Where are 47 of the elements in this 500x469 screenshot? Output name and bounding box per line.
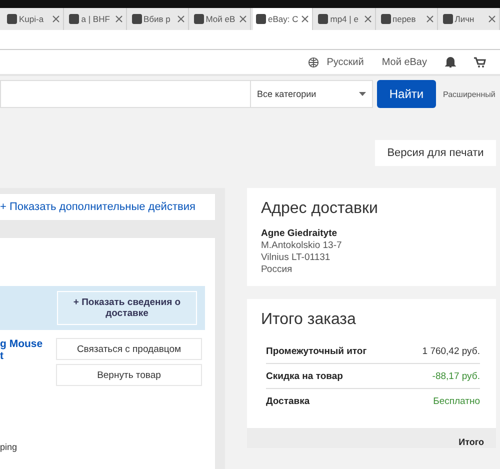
summary-value: Бесплатно — [433, 396, 480, 407]
language-link[interactable]: Русский — [326, 56, 364, 68]
favicon-icon — [380, 14, 390, 24]
favicon-icon — [69, 14, 80, 24]
bell-icon[interactable] — [445, 56, 456, 68]
caret-icon — [359, 92, 366, 96]
close-icon[interactable] — [426, 15, 434, 23]
address-line: Россия — [261, 264, 294, 276]
print-version-button[interactable]: Версия для печати — [375, 140, 496, 166]
favicon-icon — [194, 14, 204, 24]
contact-seller-button[interactable]: Связаться с продавцом — [56, 338, 202, 360]
shipping-note: ping — [0, 442, 18, 452]
return-item-button[interactable]: Вернуть товар — [56, 364, 202, 386]
summary-value: 1 760,42 руб. — [422, 346, 480, 356]
browser-tab[interactable]: eBay: C — [253, 8, 314, 30]
more-actions-button[interactable]: + Показать дополнительные действия — [0, 194, 215, 220]
favicon-icon — [132, 14, 142, 24]
summary-label: Скидка на товар — [266, 370, 343, 382]
category-dropdown[interactable]: Все категории — [250, 80, 373, 108]
my-ebay-link[interactable]: Мой eBay — [382, 56, 427, 68]
advanced-search-link[interactable]: Расширенный — [443, 90, 496, 98]
search-field[interactable] — [0, 80, 250, 108]
summary-title: Итого заказа — [261, 311, 357, 329]
shipping-details-button[interactable]: + Показать сведения о доставке — [57, 291, 197, 325]
close-icon[interactable] — [488, 15, 496, 23]
address-title: Адрес доставки — [261, 200, 379, 218]
close-icon[interactable] — [52, 15, 60, 23]
address-line: Agne Giedraityte — [261, 228, 338, 240]
address-line: M.Antokolskio 13-7 — [261, 240, 343, 252]
close-icon[interactable] — [301, 15, 310, 23]
summary-label: Доставка — [266, 396, 310, 407]
cart-icon[interactable] — [474, 56, 486, 68]
search-button[interactable]: Найти — [377, 80, 436, 108]
favicon-icon — [442, 14, 453, 24]
total-label: Итого — [458, 437, 484, 447]
address-line: Vilnius LT-01131 — [261, 252, 332, 264]
close-icon[interactable] — [239, 15, 247, 23]
item-title-link[interactable]: g Mouse t — [0, 338, 44, 386]
summary-label: Промежуточный итог — [266, 346, 367, 356]
globe-icon — [308, 56, 319, 68]
favicon-icon — [318, 14, 328, 24]
summary-value: -88,17 руб. — [432, 370, 480, 382]
close-icon[interactable] — [176, 15, 185, 23]
favicon-icon — [256, 14, 266, 24]
favicon-icon — [7, 14, 17, 24]
close-icon[interactable] — [364, 15, 372, 23]
close-icon[interactable] — [114, 15, 122, 23]
